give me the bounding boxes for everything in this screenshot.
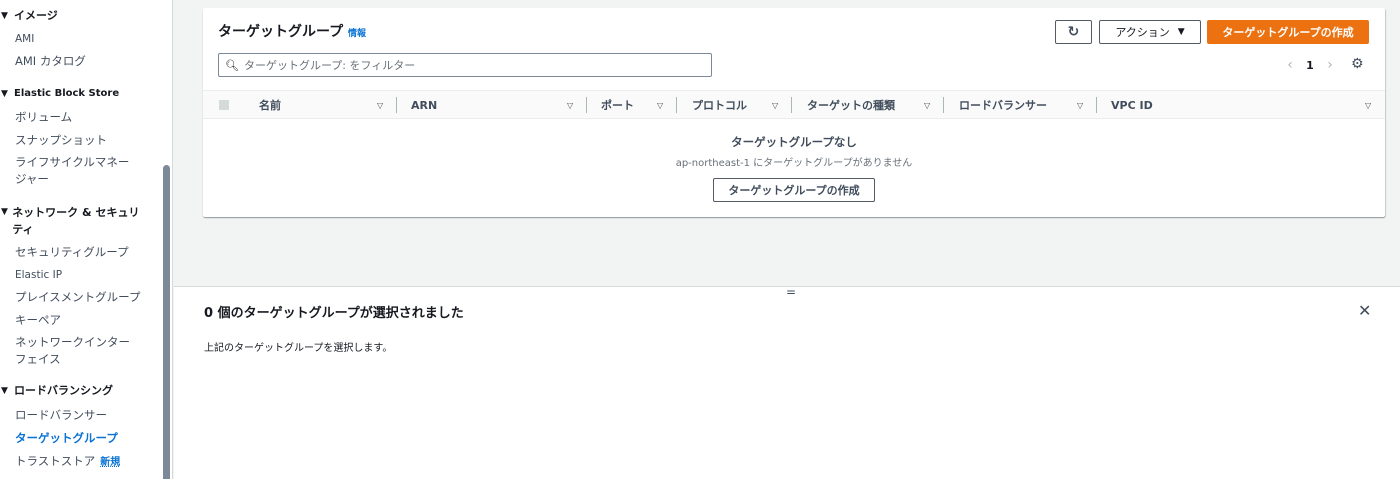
empty-state-title: ターゲットグループなし <box>731 135 857 149</box>
sidebar-item-load-balancers[interactable]: ロードバランサー <box>15 406 145 424</box>
caret-down-icon: ▼ <box>1 386 8 396</box>
column-header-arn[interactable]: ARN ▽ <box>411 91 588 119</box>
column-label: ロードバランサー <box>959 99 1047 112</box>
split-panel: = 0 個のターゲットグループが選択されました ✕ 上記のターゲットグループを選… <box>174 285 1400 479</box>
column-header-target-type[interactable]: ターゲットの種類 ▽ <box>807 91 945 119</box>
chevron-left-icon[interactable]: ‹ <box>1281 57 1299 73</box>
resize-handle-icon[interactable]: = <box>786 285 796 299</box>
close-icon[interactable]: ✕ <box>1358 301 1371 320</box>
column-separator <box>1096 97 1097 113</box>
sidebar-item-trust-stores[interactable]: トラストストア 新規 <box>15 452 145 472</box>
sidebar-item-label: トラストストア <box>15 454 96 468</box>
caret-down-icon: ▼ <box>1 89 8 99</box>
nav-section-images[interactable]: ▼ イメージ <box>0 8 58 24</box>
sort-caret-icon: ▽ <box>1365 100 1372 110</box>
sidebar-item-lifecycle-manager[interactable]: ライフサイクルマネージャー <box>15 154 139 188</box>
page-number[interactable]: 1 <box>1299 59 1321 72</box>
create-target-group-button[interactable]: ターゲットグループの作成 <box>1207 20 1369 44</box>
sort-caret-icon: ▽ <box>1077 100 1084 110</box>
actions-dropdown[interactable]: アクション ▼ <box>1099 20 1201 44</box>
actions-label: アクション <box>1115 26 1170 39</box>
nav-section-load-balancing[interactable]: ▼ ロードバランシング <box>0 383 113 399</box>
select-all-checkbox[interactable] <box>219 100 229 110</box>
column-header-name[interactable]: 名前 ▽ <box>259 91 399 119</box>
column-separator <box>586 97 587 113</box>
sort-caret-icon: ▽ <box>567 100 574 110</box>
search-icon: 🔍︎ <box>225 58 239 72</box>
split-panel-title: 0 個のターゲットグループが選択されました <box>204 306 464 321</box>
target-groups-panel: ターゲットグループ 情報 ↻ アクション ▼ ターゲットグループの作成 🔍︎ ‹… <box>203 8 1385 217</box>
refresh-icon: ↻ <box>1067 24 1080 40</box>
sidebar-divider <box>172 0 173 479</box>
filter-field[interactable]: 🔍︎ <box>218 53 712 77</box>
column-separator <box>676 97 677 113</box>
nav-section-label: イメージ <box>14 9 58 22</box>
sidebar-item-key-pairs[interactable]: キーペア <box>15 311 145 329</box>
split-panel-description: 上記のターゲットグループを選択します。 <box>204 343 393 354</box>
sidebar-scrollbar[interactable] <box>163 165 170 479</box>
column-header-load-balancer[interactable]: ロードバランサー ▽ <box>959 91 1099 119</box>
column-header-vpc-id[interactable]: VPC ID ▽ <box>1111 91 1373 119</box>
column-label: ARN <box>411 98 438 112</box>
empty-state-subtitle: ap-northeast-1 にターゲットグループがありません <box>675 158 913 169</box>
filter-input[interactable] <box>243 58 704 72</box>
column-header-port[interactable]: ポート ▽ <box>601 91 679 119</box>
column-label: VPC ID <box>1111 98 1153 112</box>
column-label: ポート <box>601 99 634 112</box>
sidebar-item-elastic-ip[interactable]: Elastic IP <box>15 266 145 284</box>
sidebar-item-snapshots[interactable]: スナップショット <box>15 131 145 149</box>
nav-section-label: ネットワーク & セキュリティ <box>12 206 140 236</box>
create-target-group-empty-button[interactable]: ターゲットグループの作成 <box>713 178 875 202</box>
sort-caret-icon: ▽ <box>657 100 664 110</box>
column-label: 名前 <box>259 99 281 112</box>
nav-section-ebs[interactable]: ▼ Elastic Block Store <box>0 86 119 102</box>
sidebar-item-ami[interactable]: AMI <box>15 30 145 48</box>
table-header: 名前 ▽ ARN ▽ ポート ▽ プロトコル ▽ ターゲットの種類 ▽ ロードバ… <box>203 90 1385 119</box>
nav-section-label: ロードバランシング <box>14 384 113 397</box>
caret-down-icon: ▼ <box>1 207 8 217</box>
page-title: ターゲットグループ <box>218 24 344 40</box>
column-label: ターゲットの種類 <box>807 99 895 112</box>
sort-caret-icon: ▽ <box>924 100 931 110</box>
sidebar-item-ami-catalog[interactable]: AMI カタログ <box>15 52 145 70</box>
chevron-right-icon[interactable]: › <box>1321 57 1339 73</box>
new-badge: 新規 <box>100 457 121 468</box>
sort-caret-icon: ▽ <box>772 100 779 110</box>
nav-section-label: Elastic Block Store <box>14 88 120 99</box>
sidebar-item-network-interfaces[interactable]: ネットワークインターフェイス <box>15 334 139 368</box>
caret-down-icon: ▼ <box>1 11 8 21</box>
sidebar-item-security-groups[interactable]: セキュリティグループ <box>15 243 145 261</box>
column-separator <box>943 97 944 113</box>
settings-gear-icon[interactable]: ⚙ <box>1351 56 1364 72</box>
caret-down-icon: ▼ <box>1177 27 1185 37</box>
nav-section-network-security[interactable]: ▼ ネットワーク & セキュリティ <box>0 204 140 238</box>
sidebar-item-target-groups[interactable]: ターゲットグループ <box>15 429 145 447</box>
pagination: ‹ 1 › <box>1281 57 1339 73</box>
column-label: プロトコル <box>692 99 747 112</box>
column-header-protocol[interactable]: プロトコル ▽ <box>692 91 795 119</box>
sidebar-navigation: ▼ イメージ AMI AMI カタログ ▼ Elastic Block Stor… <box>0 0 173 479</box>
info-link[interactable]: 情報 <box>348 26 366 39</box>
sidebar-item-volumes[interactable]: ボリューム <box>15 108 145 126</box>
sidebar-item-placement-groups[interactable]: プレイスメントグループ <box>15 288 145 306</box>
refresh-button[interactable]: ↻ <box>1055 20 1092 44</box>
column-separator <box>791 97 792 113</box>
sort-caret-icon: ▽ <box>377 100 384 110</box>
column-separator <box>396 97 397 113</box>
